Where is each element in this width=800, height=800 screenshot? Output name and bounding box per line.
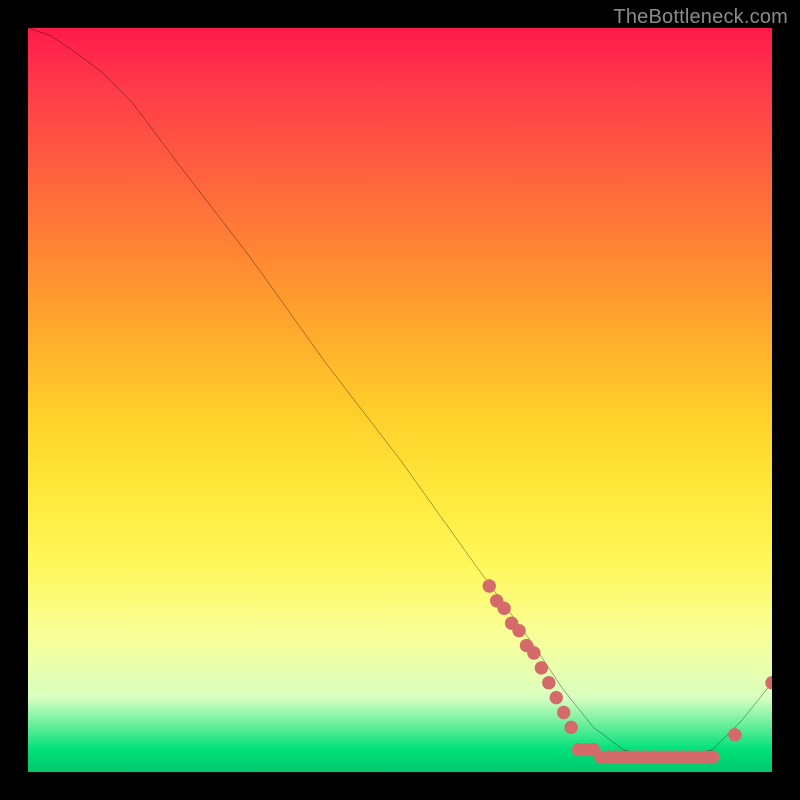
dot-left-dot-cluster <box>542 676 555 689</box>
watermark-text: TheBottleneck.com <box>613 6 788 29</box>
dot-transition-dots <box>557 706 570 719</box>
dot-left-dot-cluster <box>535 661 548 674</box>
dot-transition-dots <box>550 691 563 704</box>
dot-left-dot-cluster <box>483 579 496 592</box>
chart-layer <box>28 28 772 764</box>
dot-bottom-dot-cluster <box>706 750 719 763</box>
dot-rise-dots <box>765 676 772 689</box>
dot-left-dot-cluster <box>512 624 525 637</box>
dot-left-dot-cluster <box>497 602 510 615</box>
dot-rise-dots <box>728 728 741 741</box>
series-curve <box>28 28 772 757</box>
dot-transition-dots <box>564 721 577 734</box>
chart-svg <box>28 28 772 772</box>
plot-area <box>28 28 772 772</box>
dot-left-dot-cluster <box>527 646 540 659</box>
chart-stage: TheBottleneck.com <box>0 0 800 800</box>
